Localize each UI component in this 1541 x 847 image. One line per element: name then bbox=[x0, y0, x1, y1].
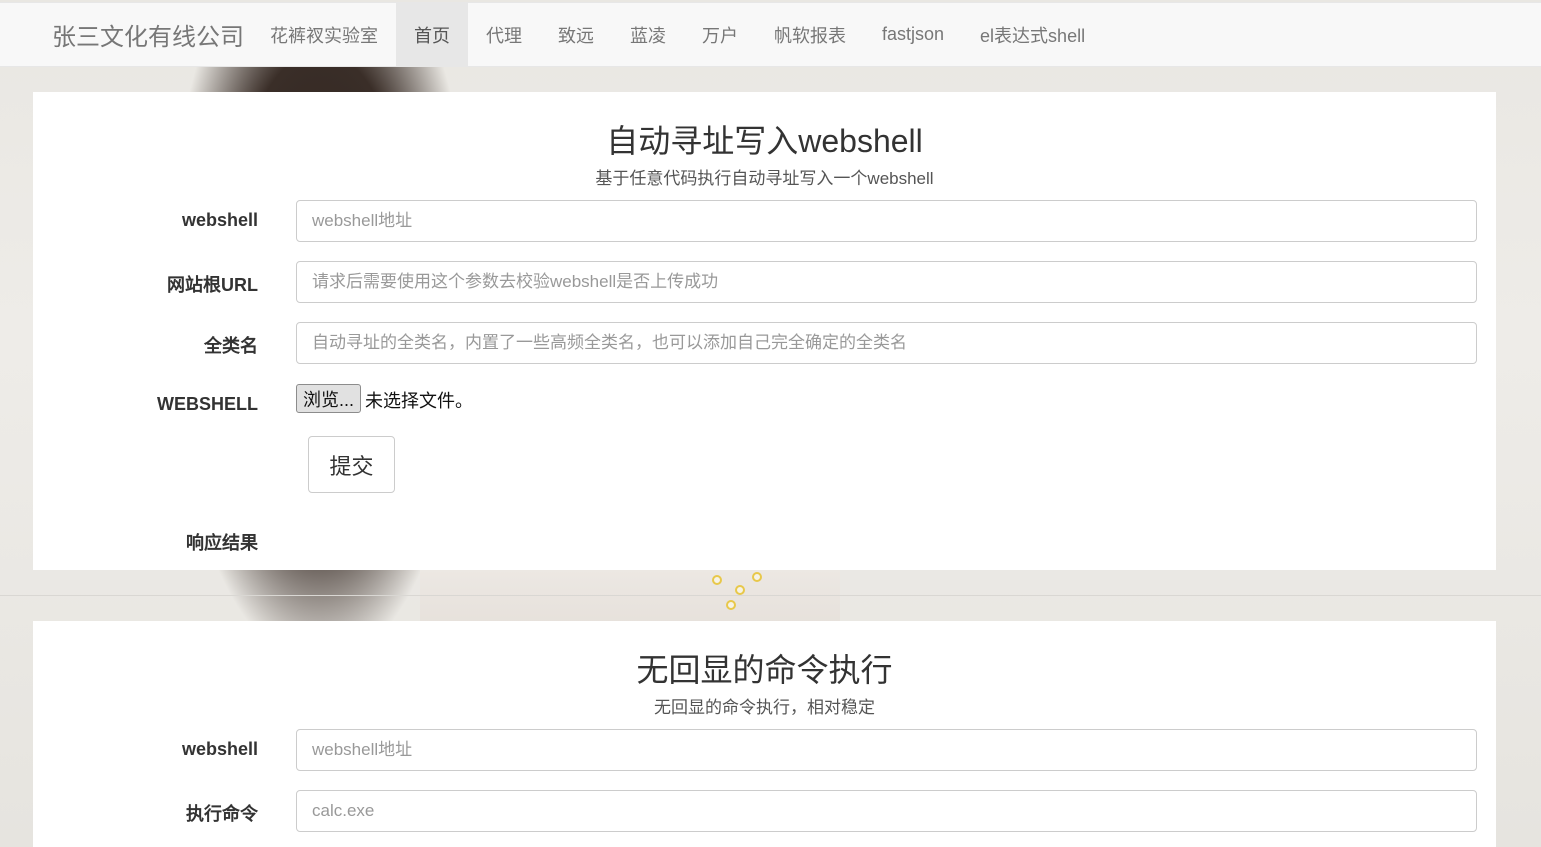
response-result-label: 响应结果 bbox=[186, 533, 258, 553]
panel-subtitle: 基于任意代码执行自动寻址写入一个webshell bbox=[595, 169, 934, 188]
command-input[interactable] bbox=[296, 790, 1477, 832]
file-status-text: 未选择文件。 bbox=[365, 391, 473, 411]
root-url-input[interactable] bbox=[296, 261, 1477, 303]
nav-item-home[interactable]: 首页 bbox=[396, 3, 468, 66]
webshell-label: webshell bbox=[181, 210, 258, 230]
class-name-input[interactable] bbox=[296, 322, 1477, 364]
webshell-url-input[interactable] bbox=[296, 729, 1477, 771]
class-name-label: 全类名 bbox=[204, 336, 258, 356]
submit-button[interactable]: 提交 bbox=[308, 436, 395, 493]
webshell-write-panel: 自动寻址写入webshell 基于任意代码执行自动寻址写入一个webshell … bbox=[33, 92, 1496, 570]
nav-item-wanhu[interactable]: 万户 bbox=[684, 3, 756, 66]
webshell-label: webshell bbox=[181, 739, 258, 759]
command-label: 执行命令 bbox=[186, 804, 258, 824]
panel-title: 自动寻址写入webshell bbox=[606, 123, 923, 159]
nav-item-landray[interactable]: 蓝凌 bbox=[612, 3, 684, 66]
nav-item-fastjson[interactable]: fastjson bbox=[864, 3, 962, 66]
nav-item-lab[interactable]: 花裤衩实验室 bbox=[252, 3, 396, 66]
webshell-file-label: WEBSHELL bbox=[157, 394, 258, 414]
nav-item-proxy[interactable]: 代理 bbox=[468, 3, 540, 66]
nav-item-finereport[interactable]: 帆软报表 bbox=[756, 3, 864, 66]
brand-title[interactable]: 张三文化有线公司 bbox=[0, 3, 252, 66]
panel-title: 无回显的命令执行 bbox=[636, 652, 893, 688]
nav-item-el-shell[interactable]: el表达式shell bbox=[962, 3, 1103, 66]
browse-file-button[interactable]: 浏览... bbox=[296, 384, 362, 413]
webshell-url-input[interactable] bbox=[296, 200, 1477, 242]
panel-subtitle: 无回显的命令执行，相对稳定 bbox=[654, 698, 875, 717]
blind-command-panel: 无回显的命令执行 无回显的命令执行，相对稳定 webshell 执行命令 bbox=[33, 621, 1496, 847]
top-navbar: 张三文化有线公司 花裤衩实验室 首页 代理 致远 蓝凌 万户 帆软报表 fast… bbox=[0, 2, 1541, 67]
root-url-label: 网站根URL bbox=[167, 275, 258, 295]
nav-item-seeyon[interactable]: 致远 bbox=[540, 3, 612, 66]
